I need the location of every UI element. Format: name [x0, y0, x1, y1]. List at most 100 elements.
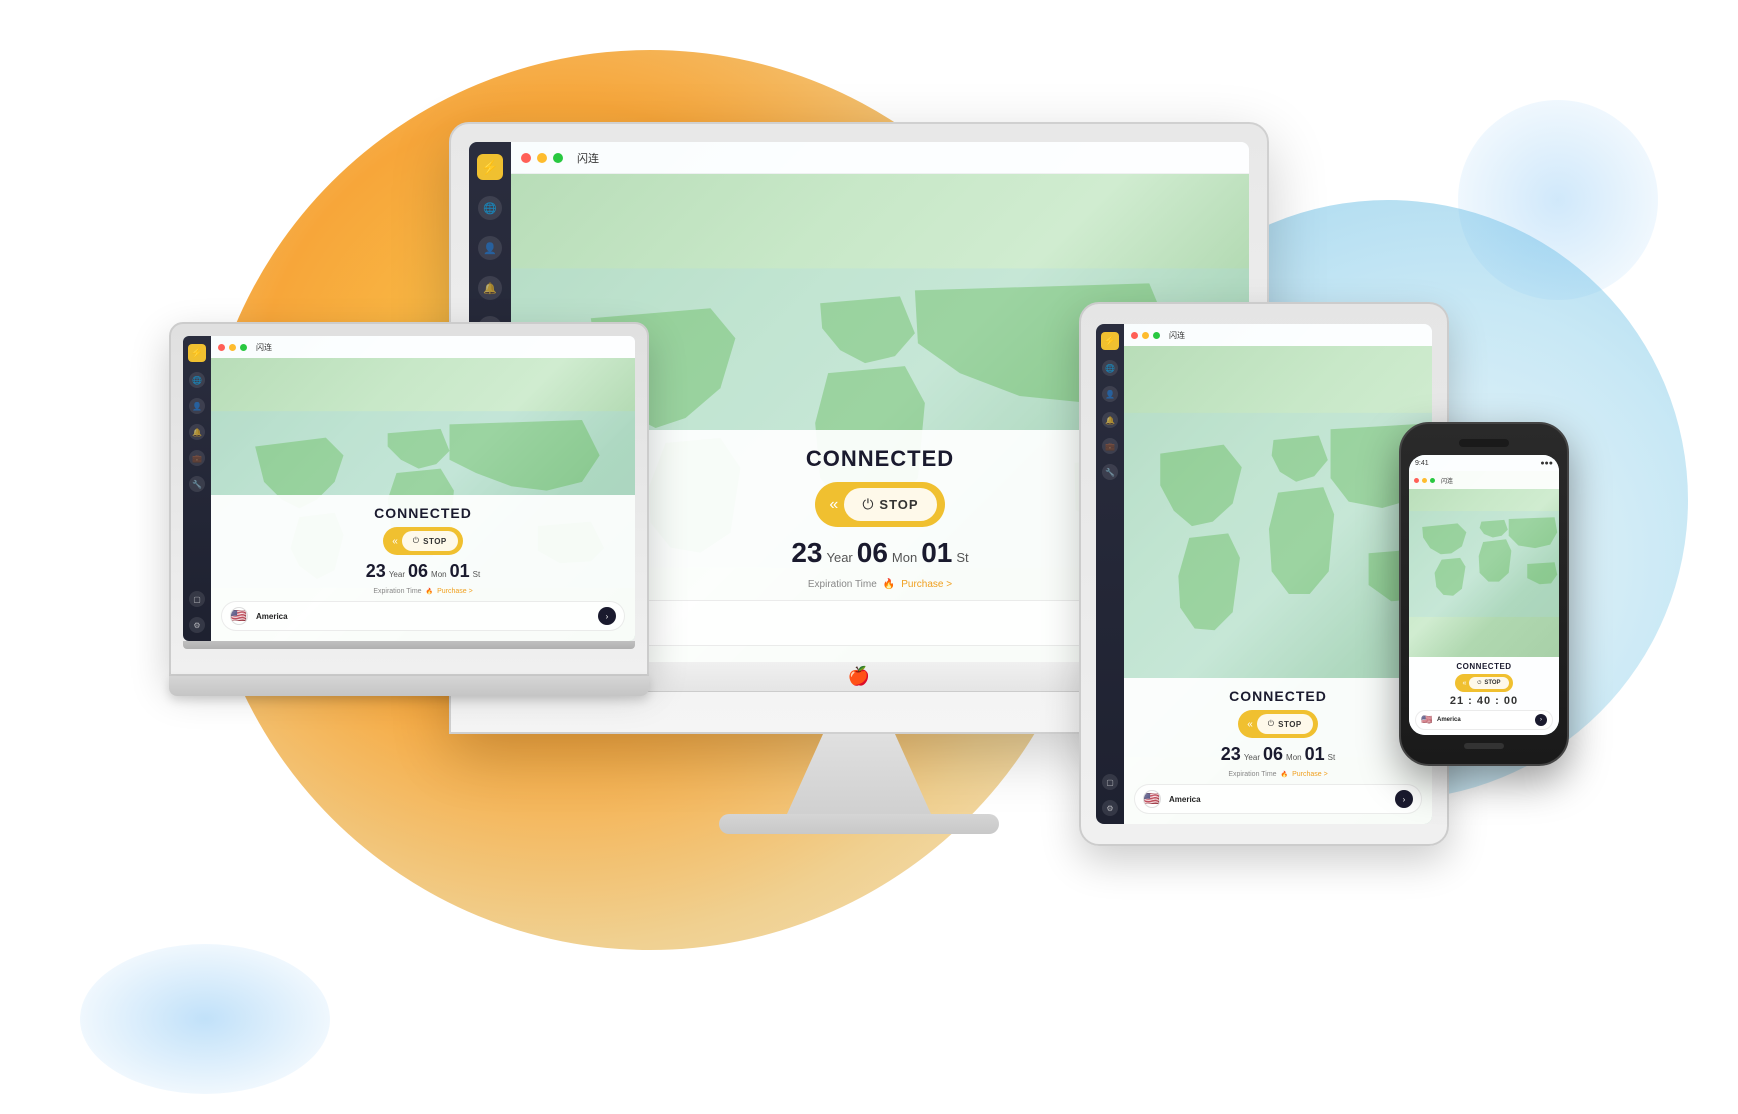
laptop-dot-yellow [229, 344, 236, 351]
scene: ⚡ 🌐 👤 🔔 💼 🔧 ▢ ⚙ [0, 0, 1738, 1114]
laptop-dot-green [240, 344, 247, 351]
laptop-title: 闪连 [256, 342, 272, 353]
tablet-month-unit: Mon [1286, 753, 1302, 762]
laptop-month-unit: Mon [431, 570, 447, 579]
tablet-country-row[interactable]: America › [1134, 784, 1422, 814]
imac-user-icon: 👤 [478, 236, 502, 260]
phone-title: 闪连 [1441, 476, 1453, 485]
laptop-stop-button[interactable]: ⏻ STOP [402, 531, 458, 551]
phone-chevrons-icon: « [1459, 680, 1469, 687]
laptop-map: CONNECTED « ⏻ STOP [211, 358, 635, 641]
imac-power-btn-container[interactable]: « ⏻ STOP [815, 482, 944, 527]
tablet-expiry-label: Expiration Time [1228, 771, 1276, 778]
tablet-arrow-btn[interactable]: › [1395, 790, 1413, 808]
laptop-sidebar: ⚡ 🌐 👤 🔔 💼 🔧 ▢ ⚙ [183, 336, 211, 641]
laptop-device: ⚡ 🌐 👤 🔔 💼 🔧 ▢ ⚙ [169, 322, 649, 696]
phone-screen: 9:41 ●●● [1409, 455, 1559, 735]
phone-power-btn-container[interactable]: « ⏻ STOP [1455, 674, 1512, 692]
imac-globe-icon: 🌐 [478, 196, 502, 220]
phone-world-map [1409, 471, 1559, 657]
tablet-flag [1143, 790, 1161, 808]
imac-month-unit: Mon [892, 550, 917, 565]
laptop-logo-icon: ⚡ [188, 344, 206, 362]
laptop-hinge [183, 641, 635, 649]
phone-time: 9:41 [1415, 460, 1429, 467]
tablet-month-num: 06 [1263, 744, 1283, 765]
tablet-purchase-link[interactable]: Purchase > [1292, 771, 1328, 778]
imac-base [719, 814, 999, 834]
laptop-main: 闪连 [211, 336, 635, 641]
imac-stop-button[interactable]: ⏻ STOP [844, 488, 936, 521]
phone-map-area: 闪连 [1409, 471, 1559, 657]
laptop-gear-icon: ⚙ [189, 617, 205, 633]
tablet-stop-button[interactable]: ⏻ STOP [1257, 714, 1313, 734]
imac-apple-logo: 🍎 [848, 666, 870, 687]
imac-expiry-label: Expiration Time [808, 579, 877, 590]
tablet-title: 闪连 [1169, 330, 1185, 341]
laptop-country-row[interactable]: America › [221, 601, 625, 631]
tablet-briefcase-icon: 💼 [1102, 438, 1118, 454]
tablet-country-name: America [1169, 795, 1201, 804]
laptop-stop-label: STOP [423, 537, 447, 546]
imac-purchase-link[interactable]: Purchase > [901, 579, 952, 590]
tablet-device: ⚡ 🌐 👤 🔔 💼 🔧 ▢ ⚙ [1079, 302, 1449, 846]
imac-stand [769, 734, 949, 814]
tablet-dot-red [1131, 332, 1138, 339]
laptop-base [169, 676, 649, 696]
tablet-user-icon: 👤 [1102, 386, 1118, 402]
laptop-expiry-row: Expiration Time 🔥 Purchase > [373, 588, 472, 595]
laptop-screen-outer: ⚡ 🌐 👤 🔔 💼 🔧 ▢ ⚙ [169, 322, 649, 676]
laptop-purchase-link[interactable]: Purchase > [437, 588, 473, 595]
phone-stop-button[interactable]: ⏻ STOP [1469, 677, 1508, 689]
tablet-purchase-icon: 🔥 [1281, 771, 1288, 778]
laptop-bell-icon: 🔔 [189, 424, 205, 440]
tablet-gear-icon: ⚙ [1102, 800, 1118, 816]
laptop-purchase-icon: 🔥 [426, 588, 433, 595]
laptop-wrench-icon: 🔧 [189, 476, 205, 492]
phone-arrow-btn[interactable]: › [1535, 714, 1547, 726]
laptop-titlebar: 闪连 [211, 336, 635, 358]
tablet-square-icon: ▢ [1102, 774, 1118, 790]
imac-day-unit: St [956, 550, 968, 565]
laptop-chevrons-icon: « [388, 536, 402, 547]
imac-power-icon: ⏻ [862, 496, 873, 513]
imac-title: 闪连 [577, 150, 599, 166]
tablet-screen: ⚡ 🌐 👤 🔔 💼 🔧 ▢ ⚙ [1096, 324, 1432, 824]
tablet-chevrons-icon: « [1243, 719, 1257, 730]
laptop-year-unit: Year [389, 570, 405, 579]
laptop-day-unit: St [473, 570, 481, 579]
laptop-expiry-label: Expiration Time [373, 588, 421, 595]
tablet-day-num: 01 [1305, 744, 1325, 765]
phone-map-bg [1409, 471, 1559, 657]
tablet-year-unit: Year [1244, 753, 1260, 762]
phone-flag: 🇺🇸 [1421, 714, 1433, 726]
tablet-day-unit: St [1328, 753, 1336, 762]
phone-home-btn [1464, 743, 1504, 749]
laptop-screen-inner: ⚡ 🌐 👤 🔔 💼 🔧 ▢ ⚙ [183, 336, 635, 641]
tablet-vpn-content: CONNECTED « ⏻ STOP 23 [1124, 678, 1432, 824]
imac-day-num: 01 [921, 537, 952, 569]
tablet-globe-icon: 🌐 [1102, 360, 1118, 376]
tablet-power-btn-container[interactable]: « ⏻ STOP [1238, 710, 1318, 738]
phone-dot-red [1414, 478, 1419, 483]
phone-timer: 21 : 40 : 00 [1450, 695, 1518, 707]
laptop-year-num: 23 [366, 561, 386, 582]
phone-country-left: 🇺🇸 America [1421, 714, 1461, 726]
phone-dot-green [1430, 478, 1435, 483]
phone-dot-yellow [1422, 478, 1427, 483]
imac-logo-icon: ⚡ [477, 154, 503, 180]
laptop-vpn-content: CONNECTED « ⏻ STOP [211, 495, 635, 641]
phone-stop-label: STOP [1484, 680, 1500, 686]
imac-year-unit: Year [826, 550, 852, 565]
phone-connected-label: CONNECTED [1456, 662, 1511, 671]
laptop-power-btn-container[interactable]: « ⏻ STOP [383, 527, 463, 555]
imac-dot-green [553, 153, 563, 163]
phone-country-row[interactable]: 🇺🇸 America › [1415, 710, 1553, 730]
tablet-stop-label: STOP [1278, 720, 1302, 729]
laptop-arrow-btn[interactable]: › [598, 607, 616, 625]
phone-vpn-content: CONNECTED « ⏻ STOP 21 : 40 : 00 [1409, 657, 1559, 735]
tablet-logo-icon: ⚡ [1101, 332, 1119, 350]
devices-container: ⚡ 🌐 👤 🔔 💼 🔧 ▢ ⚙ [169, 122, 1569, 1072]
tablet-wrench-icon: 🔧 [1102, 464, 1118, 480]
tablet-main: 闪连 [1124, 324, 1432, 824]
